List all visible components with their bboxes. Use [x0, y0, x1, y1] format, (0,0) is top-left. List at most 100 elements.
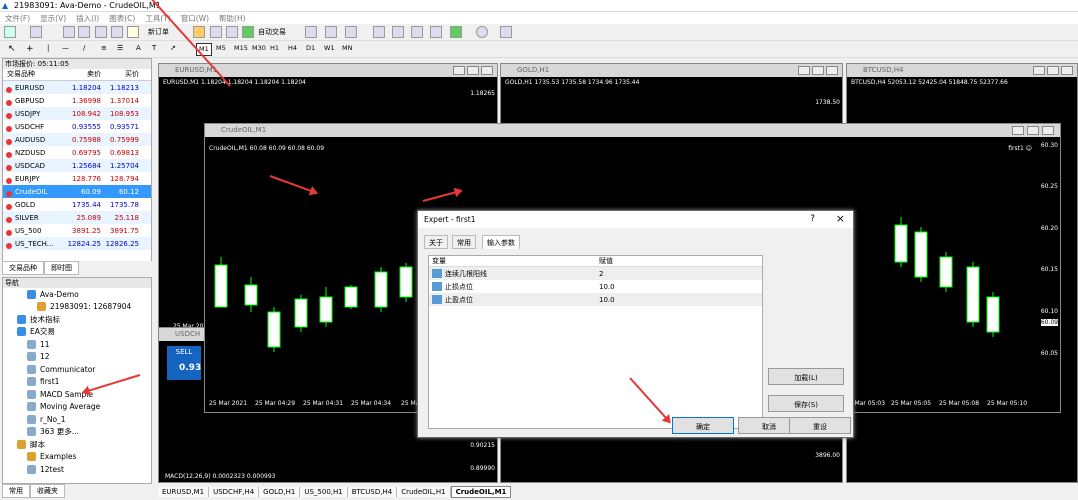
market-row[interactable]: NZDUSD0.697950.69813: [3, 146, 151, 159]
bar-chart-icon[interactable]: [305, 26, 317, 38]
vline-icon[interactable]: |: [47, 44, 49, 52]
sell-button[interactable]: SELL: [167, 346, 201, 358]
navigator-item[interactable]: MACD Sample: [3, 388, 151, 401]
market-row[interactable]: EURUSD1.182041.18213: [3, 81, 151, 94]
auto-trade-button[interactable]: 自动交易: [258, 27, 286, 37]
close-icon[interactable]: [1042, 126, 1054, 135]
new-order-button[interactable]: 新订单: [148, 27, 169, 37]
navigator-item[interactable]: 12: [3, 351, 151, 364]
period-button[interactable]: M15: [232, 43, 250, 56]
help-button[interactable]: ?: [810, 214, 815, 224]
navigator-icon[interactable]: [78, 26, 90, 38]
tab-favorites[interactable]: 收藏夹: [30, 484, 65, 498]
text-icon[interactable]: A: [136, 44, 141, 52]
navigator-item[interactable]: 技术指标: [3, 313, 151, 326]
navigator-item[interactable]: Moving Average: [3, 401, 151, 414]
scroll-icon[interactable]: [430, 26, 442, 38]
tab-common[interactable]: 常用: [2, 484, 30, 498]
save-button[interactable]: 保存(S): [768, 395, 844, 412]
navigator-item[interactable]: 脚本: [3, 438, 151, 451]
minimize-icon[interactable]: [1012, 126, 1024, 135]
profiles-icon[interactable]: [30, 26, 42, 38]
close-button[interactable]: ×: [836, 212, 845, 225]
period-button[interactable]: W1: [322, 43, 337, 56]
navigator-item[interactable]: Communicator: [3, 363, 151, 376]
col-ask[interactable]: 买价: [103, 69, 141, 80]
chart-tab[interactable]: USDCHF,H4: [209, 487, 259, 497]
auto-trade-icon[interactable]: [242, 26, 254, 38]
period-button[interactable]: H1: [268, 43, 281, 56]
navigator-item[interactable]: r_No_1: [3, 413, 151, 426]
period-button[interactable]: D1: [304, 43, 317, 56]
terminal-icon[interactable]: [95, 26, 107, 38]
maximize-icon[interactable]: [812, 66, 824, 75]
navigator-item[interactable]: 11: [3, 338, 151, 351]
col-bid[interactable]: 卖价: [65, 69, 103, 80]
minimize-icon[interactable]: [453, 66, 465, 75]
navigator-item[interactable]: 21983091: 12687904: [3, 301, 151, 314]
period-button[interactable]: M5: [214, 43, 228, 56]
param-row[interactable]: 止盈点位10.0: [429, 293, 762, 306]
market-icon[interactable]: [226, 26, 238, 38]
chart-tab[interactable]: CrudeOIL,M1: [451, 486, 512, 498]
zoom-in-icon[interactable]: [373, 26, 385, 38]
market-row[interactable]: USDCHF0.935550.93571: [3, 120, 151, 133]
maximize-icon[interactable]: [1027, 126, 1039, 135]
market-watch-icon[interactable]: [63, 26, 75, 38]
market-row[interactable]: GBPUSD1.369981.37014: [3, 94, 151, 107]
chart-tab[interactable]: BTCUSD,H4: [348, 487, 397, 497]
market-row[interactable]: GOLD1735.441735.78: [3, 198, 151, 211]
period-button[interactable]: MN: [340, 43, 354, 56]
chart-tab[interactable]: US_500,H1: [300, 487, 347, 497]
market-row[interactable]: USDCAD1.256841.25704: [3, 159, 151, 172]
new-order-icon[interactable]: [127, 26, 139, 38]
param-value[interactable]: 10.0: [596, 283, 762, 291]
trendline-icon[interactable]: /: [83, 44, 85, 52]
tab-tick-chart[interactable]: 即时图: [44, 261, 79, 275]
navigator-item[interactable]: EA交易: [3, 326, 151, 339]
tester-icon[interactable]: [111, 26, 123, 38]
tab-inputs[interactable]: 输入参数: [482, 235, 520, 249]
market-row[interactable]: EURJPY128.776128.794: [3, 172, 151, 185]
candles-icon[interactable]: [325, 26, 337, 38]
indicators-icon[interactable]: [450, 26, 462, 38]
hline-icon[interactable]: —: [62, 44, 69, 52]
param-value[interactable]: 2: [596, 270, 762, 278]
maximize-icon[interactable]: [467, 66, 479, 75]
label-icon[interactable]: T: [152, 44, 156, 52]
minimize-icon[interactable]: [798, 66, 810, 75]
period-button[interactable]: H4: [286, 43, 299, 56]
channel-icon[interactable]: ≡: [101, 44, 107, 52]
navigator-item[interactable]: Ava-Demo: [3, 288, 151, 301]
ok-button[interactable]: 确定: [672, 417, 734, 434]
param-row[interactable]: 止损点位10.0: [429, 280, 762, 293]
cursor-icon[interactable]: ↖: [8, 44, 16, 54]
chart-tab[interactable]: GOLD,H1: [259, 487, 300, 497]
tab-about[interactable]: 关于: [424, 235, 448, 249]
market-row[interactable]: US_TECH...12824.2512826.25: [3, 237, 151, 250]
close-icon[interactable]: [1061, 66, 1073, 75]
navigator-item[interactable]: Examples: [3, 451, 151, 464]
chart-tab[interactable]: EURUSD,M1: [158, 487, 209, 497]
minimize-icon[interactable]: [1033, 66, 1045, 75]
market-row[interactable]: SILVER25.08925.118: [3, 211, 151, 224]
param-row[interactable]: 连续几根阳线2: [429, 267, 762, 280]
zoom-out-icon[interactable]: [392, 26, 404, 38]
crosshair-icon[interactable]: +: [26, 44, 34, 54]
navigator-item[interactable]: 12test: [3, 463, 151, 476]
tab-common[interactable]: 常用: [452, 235, 476, 249]
periods-icon[interactable]: [476, 26, 488, 38]
load-button[interactable]: 加载(L): [768, 368, 844, 385]
arrows-icon[interactable]: ↗: [170, 44, 176, 52]
close-icon[interactable]: [481, 66, 493, 75]
market-row[interactable]: US_5003891.253891.75: [3, 224, 151, 237]
fibo-icon[interactable]: ☰: [117, 44, 123, 52]
navigator-item[interactable]: 363 更多...: [3, 426, 151, 439]
reset-button[interactable]: 重设: [789, 417, 851, 434]
param-value[interactable]: 10.0: [596, 296, 762, 304]
market-row[interactable]: USDJPY108.942108.953: [3, 107, 151, 120]
line-chart-icon[interactable]: [345, 26, 357, 38]
market-row[interactable]: CrudeOIL60.0960.12: [3, 185, 151, 198]
period-button[interactable]: M30: [250, 43, 268, 56]
tab-symbols[interactable]: 交易品种: [2, 261, 44, 275]
